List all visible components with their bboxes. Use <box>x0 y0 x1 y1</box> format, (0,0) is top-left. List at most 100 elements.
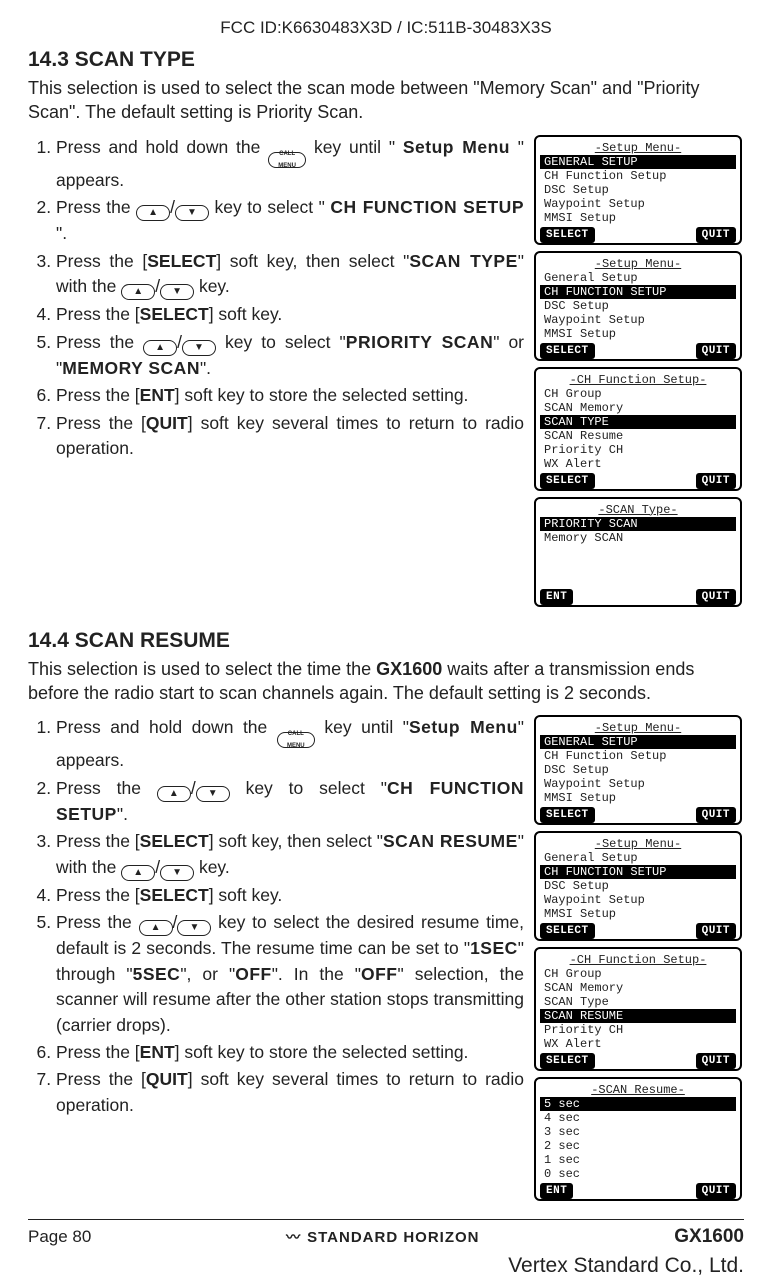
lcd-line: DSC Setup <box>540 763 736 777</box>
softkey-label: SELECT <box>140 304 209 324</box>
lcd-line: Memory SCAN <box>540 531 736 545</box>
lcd-highlight: GENERAL SETUP <box>540 155 736 169</box>
lcd-line: SCAN Memory <box>540 981 736 995</box>
lcd-title: -Setup Menu- <box>540 257 736 271</box>
step-text: ] soft key. <box>209 304 283 324</box>
menu-term: PRIORITY SCAN <box>346 332 493 352</box>
lcd-line: 0 sec <box>540 1167 736 1181</box>
lcd-softkey-left: SELECT <box>540 807 595 823</box>
step-text: key. <box>199 857 230 877</box>
section-143-intro: This selection is used to select the sca… <box>28 76 744 125</box>
list-item: Press and hold down the CALLMENU key unt… <box>56 715 524 773</box>
step-text: ". <box>200 358 211 378</box>
list-item: Press the [ENT] soft key to store the se… <box>56 1040 524 1065</box>
lcd-highlight: PRIORITY SCAN <box>540 517 736 531</box>
lcd-line: Waypoint Setup <box>540 777 736 791</box>
lcd-line: General Setup <box>540 851 736 865</box>
step-text: key to select " <box>215 197 325 217</box>
softkey-label: QUIT <box>146 1069 188 1089</box>
lcd-screenshot: -Setup Menu- General Setup CH FUNCTION S… <box>534 831 742 941</box>
list-item: Press the ▲/▼ key to select "CH FUNCTION… <box>56 776 524 828</box>
lcd-softkey-left: SELECT <box>540 923 595 939</box>
menu-term: MEMORY SCAN <box>62 358 200 378</box>
lcd-highlight: CH FUNCTION SETUP <box>540 285 736 299</box>
list-item: Press the [SELECT] soft key, then select… <box>56 829 524 881</box>
step-text: Press the [ <box>56 885 140 905</box>
list-item: Press and hold down the CALLMENU key unt… <box>56 135 524 193</box>
menu-term: Setup Menu <box>409 717 518 737</box>
brand-logo: 〰STANDARD HORIZON <box>286 1227 479 1247</box>
step-text: Press the [ <box>56 1069 146 1089</box>
step-text: Press and hold down the <box>56 717 277 737</box>
lcd-softkey-right: QUIT <box>696 1183 736 1199</box>
lcd-screenshot: -CH Function Setup- CH Group SCAN Memory… <box>534 947 742 1071</box>
lcd-title: -SCAN Resume- <box>540 1083 736 1097</box>
step-text: Press the <box>56 912 139 932</box>
step-text: ", or " <box>180 964 235 984</box>
up-key-icon: ▲ <box>157 786 191 802</box>
slash: / <box>191 778 196 798</box>
lcd-screenshot: -SCAN Resume- 5 sec 4 sec 3 sec 2 sec 1 … <box>534 1077 742 1201</box>
step-text: ] soft key to store the selected setting… <box>175 385 469 405</box>
menu-term: 5SEC <box>133 964 181 984</box>
wave-icon: 〰 <box>286 1227 301 1247</box>
step-text: Press and hold down the <box>56 137 268 157</box>
lcd-line: Waypoint Setup <box>540 313 736 327</box>
lcd-highlight: GENERAL SETUP <box>540 735 736 749</box>
menu-term: SCAN TYPE <box>409 251 517 271</box>
lcd-title: -SCAN Type- <box>540 503 736 517</box>
list-item: Press the [SELECT] soft key. <box>56 883 524 908</box>
lcd-softkey-left: SELECT <box>540 473 595 489</box>
lcd-line: Priority CH <box>540 1023 736 1037</box>
lcd-screenshot: -Setup Menu- GENERAL SETUP CH Function S… <box>534 135 742 245</box>
lcd-line: SCAN Type <box>540 995 736 1009</box>
lcd-line: CH Function Setup <box>540 749 736 763</box>
lcd-line: Waypoint Setup <box>540 197 736 211</box>
section-144-heading: 14.4 SCAN RESUME <box>28 629 744 653</box>
lcd-line: WX Alert <box>540 1037 736 1051</box>
lcd-line: MMSI Setup <box>540 907 736 921</box>
lcd-softkey-left: SELECT <box>540 1053 595 1069</box>
lcd-line: DSC Setup <box>540 879 736 893</box>
model-name: GX1600 <box>376 659 442 679</box>
softkey-label: QUIT <box>146 413 188 433</box>
lcd-softkey-right: QUIT <box>696 1053 736 1069</box>
lcd-softkey-left: ENT <box>540 589 573 605</box>
menu-term: SCAN RESUME <box>383 831 518 851</box>
step-text: Press the [ <box>56 831 140 851</box>
lcd-softkey-right: QUIT <box>696 923 736 939</box>
lcd-softkey-left: SELECT <box>540 343 595 359</box>
lcd-line: DSC Setup <box>540 183 736 197</box>
lcd-line: Priority CH <box>540 443 736 457</box>
model-label: GX1600 <box>674 1226 744 1248</box>
step-text: key. <box>199 276 230 296</box>
step-text: Press the [ <box>56 413 146 433</box>
list-item: Press the ▲/▼ key to select " CH FUNCTIO… <box>56 195 524 247</box>
lcd-softkey-right: QUIT <box>696 807 736 823</box>
fcc-header: FCC ID:K6630483X3D / IC:511B-30483X3S <box>28 18 744 38</box>
step-text: key to select " <box>225 332 346 352</box>
lcd-softkey-left: SELECT <box>540 227 595 243</box>
up-key-icon: ▲ <box>139 920 173 936</box>
lcd-line: SCAN Memory <box>540 401 736 415</box>
lcd-screenshot: -CH Function Setup- CH Group SCAN Memory… <box>534 367 742 491</box>
lcd-softkey-right: QUIT <box>696 473 736 489</box>
step-text: ". <box>117 804 128 824</box>
list-item: Press the [ENT] soft key to store the se… <box>56 383 524 408</box>
menu-term: OFF <box>235 964 272 984</box>
up-key-icon: ▲ <box>121 284 155 300</box>
softkey-label: SELECT <box>147 251 216 271</box>
step-text: key until " <box>324 717 409 737</box>
menu-term: OFF <box>361 964 398 984</box>
list-item: Press the [QUIT] soft key several times … <box>56 1067 524 1118</box>
step-text: ] soft key, then select " <box>216 251 409 271</box>
lcd-screenshot: -Setup Menu- GENERAL SETUP CH Function S… <box>534 715 742 825</box>
lcd-line: SCAN Resume <box>540 429 736 443</box>
up-key-icon: ▲ <box>121 865 155 881</box>
section-144-intro: This selection is used to select the tim… <box>28 657 744 706</box>
down-key-icon: ▼ <box>196 786 230 802</box>
menu-term: 1SEC <box>470 938 518 958</box>
menu-term: Setup Menu <box>403 137 510 157</box>
step-text: Press the [ <box>56 251 147 271</box>
intro-text: This selection is used to select the tim… <box>28 659 376 679</box>
